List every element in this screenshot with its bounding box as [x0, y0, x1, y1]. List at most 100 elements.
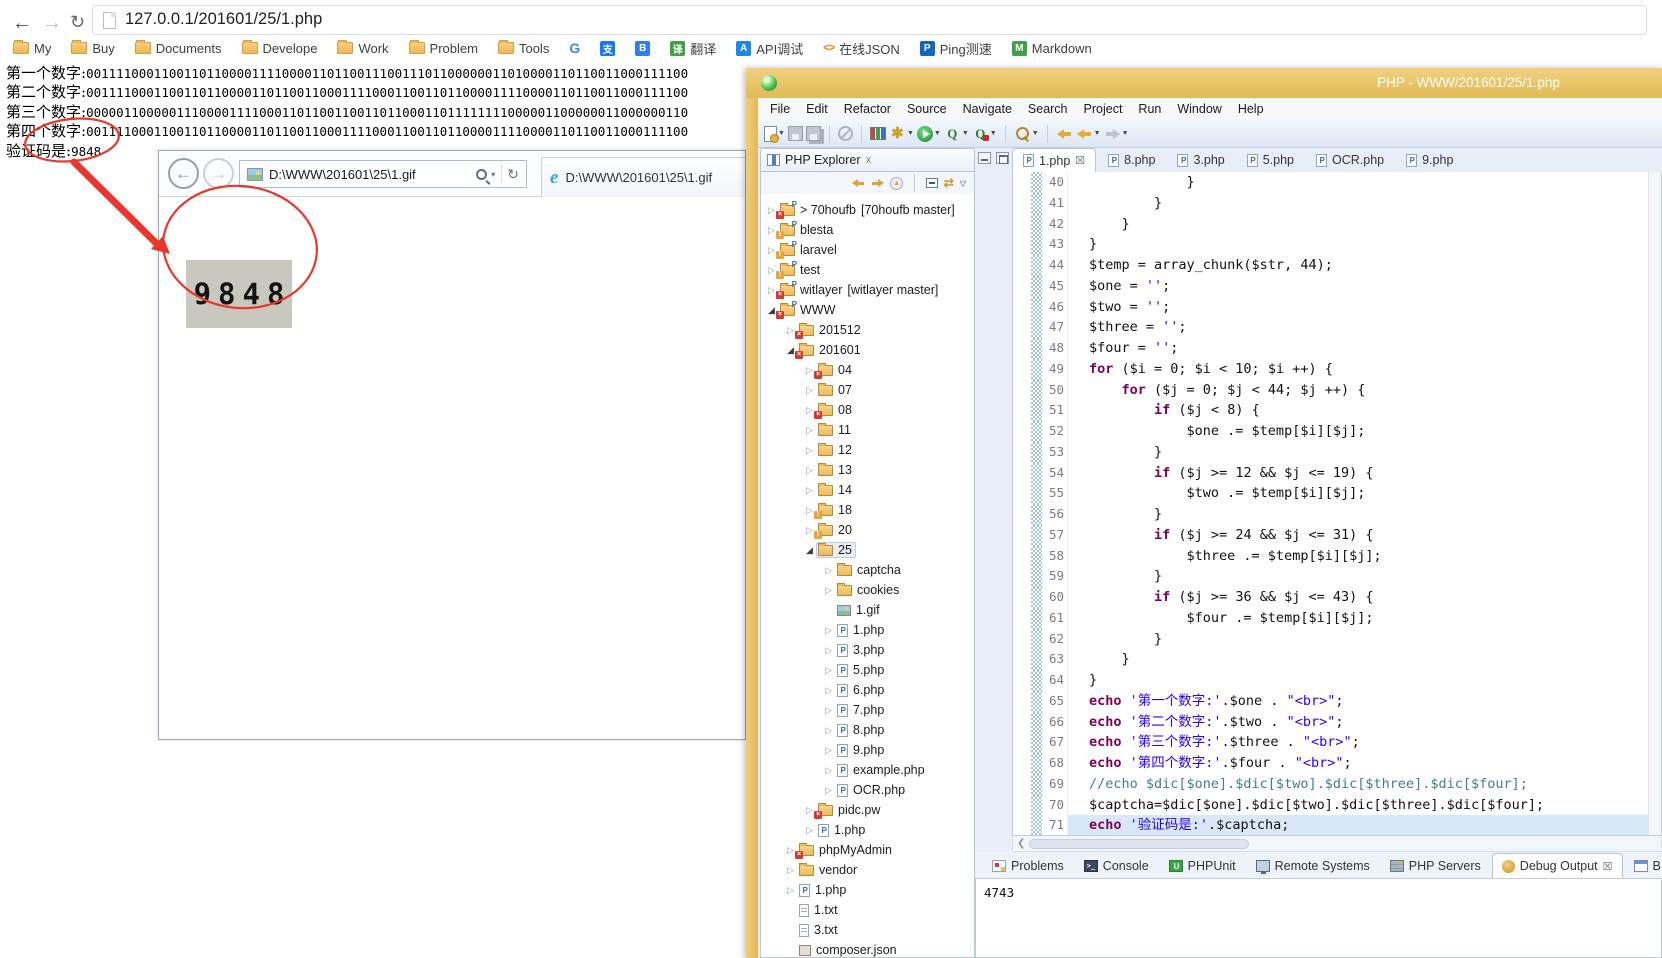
bookmark-item[interactable]: G [562, 38, 587, 58]
view-tab-problems[interactable]: Problems [983, 853, 1073, 878]
menu-search[interactable]: Search [1020, 100, 1076, 118]
tree-item[interactable]: 1.txt [761, 900, 974, 920]
tree-item-box[interactable]: 7.php [835, 702, 888, 718]
tree-item-box[interactable]: example.php [835, 762, 929, 778]
ie-back-button[interactable]: ← [168, 158, 199, 189]
bookmark-item[interactable]: Documents [128, 39, 229, 58]
tree-item-box[interactable]: !18 [816, 502, 856, 518]
tree-item[interactable]: ▷!test [761, 260, 974, 280]
save-button[interactable] [788, 126, 803, 141]
view-menu-icon[interactable]: ▽ [960, 179, 966, 188]
tree-item[interactable]: ◢×WWW [761, 300, 974, 320]
tree-item-box[interactable]: !test [778, 262, 824, 278]
address-bar[interactable]: 127.0.0.1/201601/25/1.php [92, 5, 1647, 35]
tree-item[interactable]: ▷12 [761, 440, 974, 460]
bookmark-item[interactable]: Develope [235, 39, 325, 58]
tree-item[interactable]: ▷×08 [761, 400, 974, 420]
tree-item[interactable]: ▷captcha [761, 560, 974, 580]
tree-item-box[interactable]: 5.php [835, 662, 888, 678]
menu-navigate[interactable]: Navigate [955, 100, 1020, 118]
tree-item[interactable]: ▷vendor [761, 860, 974, 880]
tree-item[interactable]: ▷!20 [761, 520, 974, 540]
tree-item-box[interactable]: 8.php [835, 722, 888, 738]
collapsed-arrow-icon[interactable]: ▷ [822, 645, 835, 656]
tree-item-box[interactable]: 12 [816, 442, 856, 458]
tree-item-box[interactable]: ×08 [816, 402, 856, 418]
tree-item[interactable]: 3.txt [761, 920, 974, 940]
menu-refactor[interactable]: Refactor [836, 100, 899, 118]
tree-item[interactable]: ▷07 [761, 380, 974, 400]
tree-item[interactable]: ▷5.php [761, 660, 974, 680]
collapsed-arrow-icon[interactable]: ▷ [822, 665, 835, 676]
back-icon[interactable] [852, 178, 865, 189]
tree-item-box[interactable]: 9.php [835, 742, 888, 758]
tree-item[interactable]: ▷6.php [761, 680, 974, 700]
bookmark-item[interactable]: <>在线JSON [816, 37, 907, 60]
dropdown-caret-icon[interactable]: ▼ [962, 130, 969, 137]
debug-button[interactable]: ✱▼ [889, 125, 914, 142]
collapsed-arrow-icon[interactable]: ▷ [822, 565, 835, 576]
browser-forward-icon[interactable]: → [42, 12, 62, 35]
tree-item[interactable]: ▷×witlayer [witlayer master] [761, 280, 974, 300]
bookmark-item[interactable]: AAPI调试 [729, 37, 810, 60]
php-explorer-tab[interactable]: PHP Explorer ☓ [760, 148, 975, 172]
menu-help[interactable]: Help [1230, 100, 1272, 118]
view-tab-debug-output[interactable]: Debug Output☒ [1492, 853, 1623, 878]
tree-item[interactable]: ▷×> 70houfb [70houfb master] [761, 200, 974, 220]
collapsed-arrow-icon[interactable]: ▷ [784, 865, 797, 876]
code-editor[interactable]: 40 }41 }42 }43}44$temp = array_chunk($st… [1012, 172, 1662, 836]
view-tab-remote-systems[interactable]: Remote Systems [1247, 853, 1379, 878]
tree-item[interactable]: ▷7.php [761, 700, 974, 720]
tree-item-box[interactable]: !laravel [778, 242, 841, 258]
tree-item-box[interactable]: ×WWW [778, 302, 839, 318]
external-tools-button[interactable]: Q▼ [972, 125, 997, 142]
skip-breakpoints-button[interactable] [838, 126, 853, 141]
tree-item-box[interactable]: ×phpMyAdmin [797, 842, 896, 858]
collapsed-arrow-icon[interactable]: ▷ [822, 725, 835, 736]
run-button[interactable]: ▼ [917, 126, 941, 142]
tree-item[interactable]: ◢×201601 [761, 340, 974, 360]
expanded-arrow-icon[interactable]: ◢ [803, 545, 816, 556]
tree-item-box[interactable]: 1.php [835, 622, 888, 638]
menu-source[interactable]: Source [899, 100, 955, 118]
eclipse-titlebar[interactable]: PHP - WWW/201601/25/1.php [746, 68, 1662, 98]
tree-item-box[interactable]: !20 [816, 522, 856, 538]
tree-item[interactable]: ▷14 [761, 480, 974, 500]
bookmark-item[interactable]: PPing测速 [913, 37, 999, 60]
tree-item-box[interactable]: !blesta [778, 222, 837, 238]
tree-item[interactable]: ▷9.php [761, 740, 974, 760]
bookmark-item[interactable]: 译翻译 [663, 37, 723, 60]
menu-project[interactable]: Project [1076, 100, 1131, 118]
search-button[interactable]: ▼ [1014, 125, 1039, 142]
view-tab-phpunit[interactable]: PHPUnit [1160, 853, 1245, 878]
browser-refresh-icon[interactable]: ↻ [70, 12, 85, 33]
tree-item[interactable]: composer.json [761, 940, 974, 958]
close-icon[interactable]: ☒ [1075, 154, 1085, 167]
tree-item-box[interactable]: 3.txt [797, 922, 842, 938]
tree-item[interactable]: ▷!blesta [761, 220, 974, 240]
forward-icon[interactable] [871, 178, 884, 189]
dropdown-caret-icon[interactable]: ▼ [1122, 130, 1129, 137]
tree-item-box[interactable]: 14 [816, 482, 856, 498]
maximize-icon[interactable] [996, 152, 1009, 164]
tree-item[interactable]: 1.gif [761, 600, 974, 620]
dropdown-caret-icon[interactable]: ▼ [1094, 130, 1101, 137]
tree-item-box[interactable]: OCR.php [835, 782, 909, 798]
tree-item[interactable]: ▷1.php [761, 820, 974, 840]
collapsed-arrow-icon[interactable]: ▷ [803, 385, 816, 396]
tree-item-box[interactable]: cookies [835, 582, 903, 598]
collapsed-arrow-icon[interactable]: ▷ [822, 625, 835, 636]
url-text[interactable]: 127.0.0.1/201601/25/1.php [125, 10, 322, 29]
collapsed-arrow-icon[interactable]: ▷ [822, 785, 835, 796]
collapsed-arrow-icon[interactable]: ▷ [822, 585, 835, 596]
bookmark-item[interactable]: B [628, 39, 657, 58]
ie-forward-button[interactable]: → [203, 158, 234, 189]
collapsed-arrow-icon[interactable]: ▷ [803, 825, 816, 836]
tree-item[interactable]: ▷1.php [761, 880, 974, 900]
tree-item-box[interactable]: ×04 [816, 362, 856, 378]
tree-item-box[interactable]: ×201601 [797, 342, 865, 358]
new-wizard-button[interactable]: ▼ [764, 126, 785, 142]
tree-item[interactable]: ▷example.php [761, 760, 974, 780]
editor-tab-1.php[interactable]: 1.php☒ [1012, 148, 1096, 172]
scroll-left-icon[interactable]: ❮ [1013, 838, 1029, 849]
